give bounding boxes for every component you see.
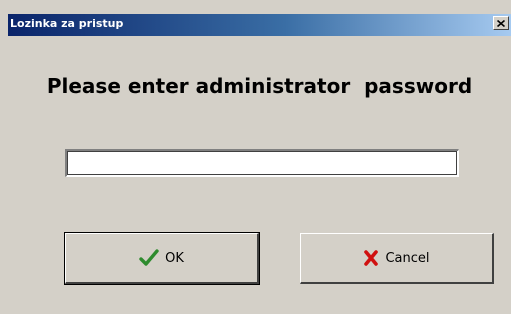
title-bar[interactable]: Lozinka za pristup [8,14,511,36]
close-icon [497,19,505,27]
cancel-button[interactable]: Cancel [300,233,494,284]
checkmark-icon [139,249,159,267]
login-dialog: Lozinka za pristup Please enter administ… [0,0,511,314]
window-title: Lozinka za pristup [10,17,124,30]
close-button[interactable] [493,16,509,30]
ok-button[interactable]: OK [64,232,260,285]
password-input[interactable] [65,149,459,177]
dialog-body: Please enter administrator password OK C… [8,36,511,314]
password-prompt: Please enter administrator password [46,74,473,98]
ok-label: OK [165,250,184,266]
cancel-label: Cancel [385,250,430,266]
x-mark-icon [363,250,379,266]
